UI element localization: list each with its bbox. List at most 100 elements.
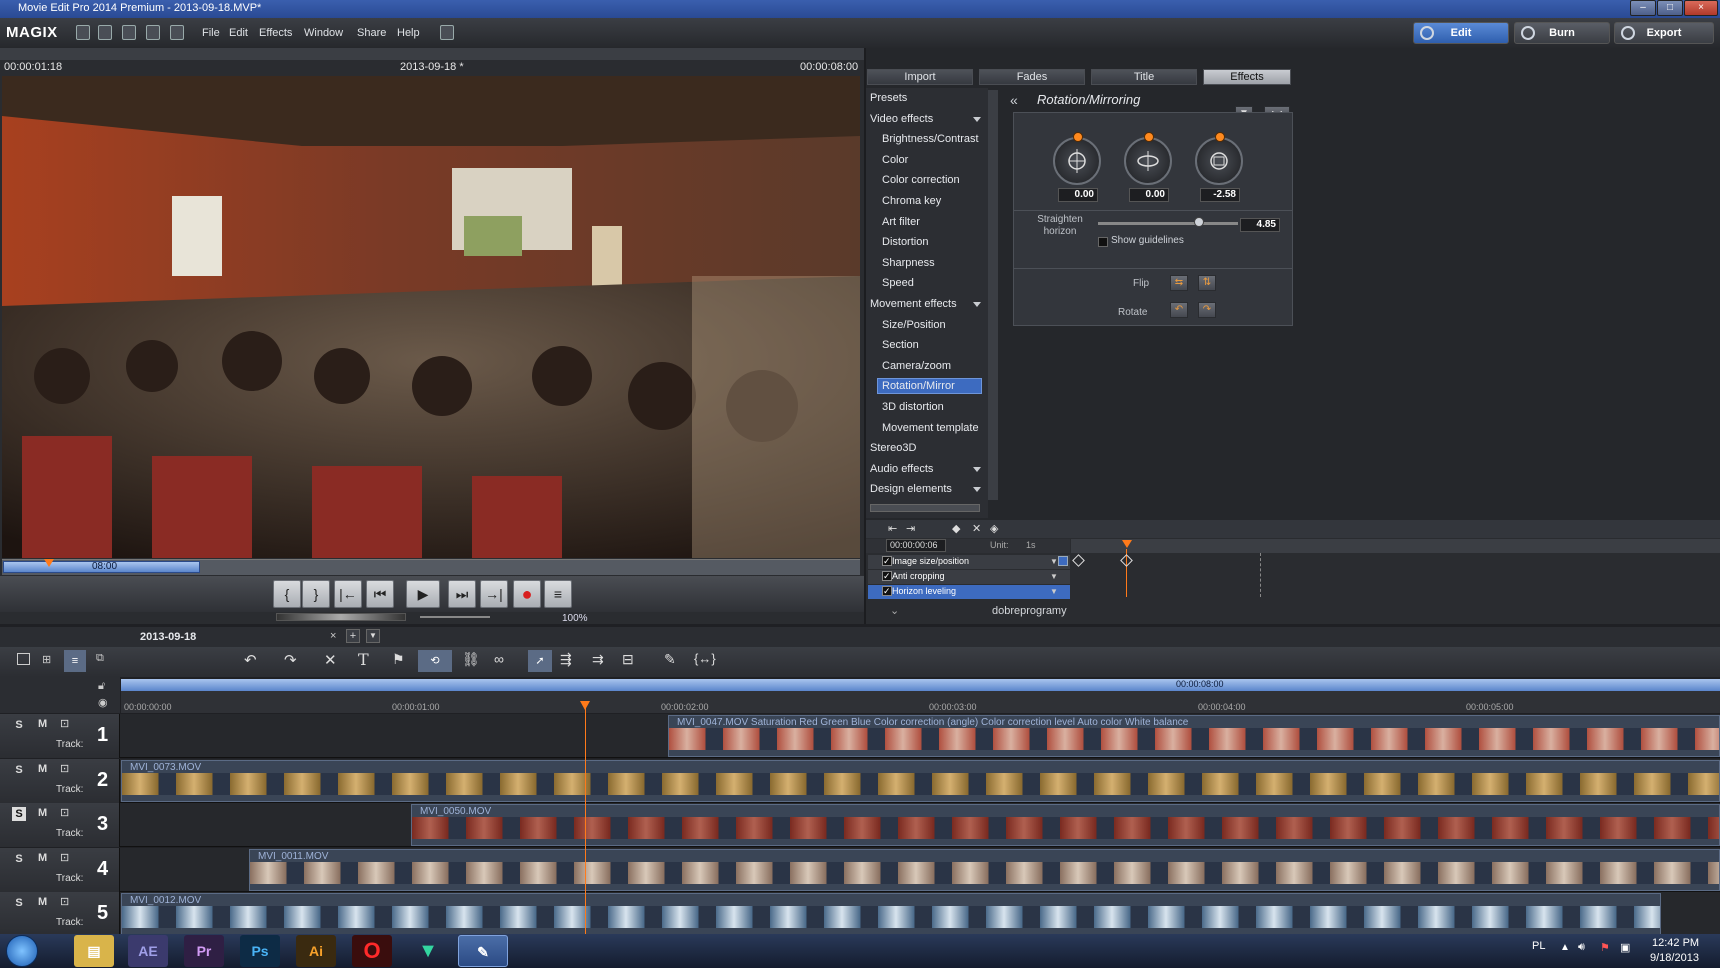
opera-icon[interactable]: O (352, 935, 392, 967)
kf-row-image-size[interactable]: ✓ Image size/position ▼ (868, 555, 1070, 569)
kf-row-horizon-leveling[interactable]: ✓ Horizon leveling ▼ (868, 585, 1070, 599)
illustrator-icon[interactable]: Ai (296, 935, 336, 967)
track-lock-icon[interactable]: ⊡ (60, 762, 69, 775)
rotate-z-value[interactable]: -2.58 (1200, 188, 1240, 202)
marker-flag-icon[interactable]: ⚑ (392, 651, 405, 668)
shuttle-slider[interactable] (276, 613, 406, 621)
keyframe-lock-icon[interactable] (1058, 556, 1068, 566)
open-folder-icon[interactable] (98, 25, 112, 40)
project-tab[interactable]: 2013-09-18 (140, 631, 196, 643)
after-effects-icon[interactable]: AE (128, 935, 168, 967)
effect-item[interactable]: Rotation/Mirror (882, 380, 955, 392)
multicam-icon[interactable]: ⧉ (96, 652, 104, 665)
expand-icon[interactable]: ⌄ (890, 604, 899, 617)
flip-vertical-button[interactable]: ⇅ (1198, 275, 1216, 291)
start-button[interactable] (6, 935, 38, 967)
chevron-down-icon[interactable] (973, 466, 981, 472)
rotate-z-dial[interactable] (1195, 132, 1243, 185)
next-keyframe-icon[interactable]: ⇥ (906, 522, 915, 535)
menu-help[interactable]: Help (397, 27, 420, 39)
tray-arrow-icon[interactable]: ▲ (1560, 942, 1570, 953)
network-icon[interactable]: ▣ (1620, 941, 1630, 954)
kf-row-anti-cropping[interactable]: ✓ Anti cropping ▼ (868, 570, 1070, 584)
maximize-button[interactable]: □ (1657, 0, 1683, 16)
link-icon[interactable]: ⛓ (462, 651, 480, 668)
keyframe-diamond-icon[interactable]: ◈ (990, 522, 998, 535)
play-button[interactable]: ▶ (406, 580, 440, 608)
clock-time[interactable]: 12:42 PM (1652, 937, 1699, 949)
effect-item[interactable]: Sharpness (882, 257, 935, 269)
timeline-clip[interactable]: MVI_0073.MOV (121, 759, 1720, 802)
effect-item[interactable]: Color (882, 154, 908, 166)
mode-edit-button[interactable]: Edit (1413, 22, 1509, 44)
go-to-out-button[interactable]: →| (480, 580, 508, 608)
mark-out-button[interactable]: } (302, 580, 330, 608)
volume-icon[interactable]: 🔊︎ (1578, 941, 1585, 954)
rotate-x-dial[interactable] (1053, 132, 1101, 185)
loop-icon[interactable]: ⟲ (418, 650, 452, 672)
timeline-clip[interactable]: MVI_0011.MOV (249, 848, 1720, 891)
effect-item[interactable]: Brightness/Contrast (882, 133, 979, 145)
timeline-clip[interactable]: MVI_0047.MOV Saturation Red Green Blue C… (668, 715, 1720, 757)
effect-item[interactable]: Distortion (882, 236, 928, 248)
menu-edit[interactable]: Edit (229, 27, 248, 39)
timeline-range-bar[interactable] (121, 679, 1720, 691)
mode-burn-button[interactable]: Burn (1514, 22, 1610, 44)
tab-menu-button[interactable]: ▼ (366, 629, 380, 643)
mute-button[interactable]: M (38, 763, 47, 775)
rotate-y-dial[interactable] (1124, 132, 1172, 185)
tab-title[interactable]: Title (1091, 69, 1197, 85)
next-button[interactable]: ⏭ (448, 580, 476, 608)
effect-item[interactable]: Movement template (882, 422, 979, 434)
mark-in-button[interactable]: { (273, 580, 301, 608)
magix-taskbar-icon[interactable]: ✎ (458, 935, 508, 967)
save-icon[interactable] (122, 25, 136, 40)
effects-category[interactable]: Audio effects (870, 463, 933, 475)
close-button[interactable]: × (1684, 0, 1718, 16)
pointer-tool-icon[interactable]: ➚ (528, 650, 552, 672)
track-lock-icon[interactable]: ⊡ (60, 717, 69, 730)
preview-playhead[interactable] (44, 559, 54, 567)
flip-horizontal-button[interactable]: ⇆ (1170, 275, 1188, 291)
lock-icon[interactable]: 🔓︎ (98, 680, 105, 693)
premiere-icon[interactable]: Pr (184, 935, 224, 967)
effects-hscrollbar[interactable] (870, 504, 980, 512)
zoom-slider[interactable] (420, 616, 490, 618)
new-file-icon[interactable] (76, 25, 90, 40)
unlink-icon[interactable]: ∞ (494, 651, 504, 667)
mute-button[interactable]: M (38, 896, 47, 908)
clock-date[interactable]: 9/18/2013 (1650, 952, 1699, 964)
mute-button[interactable]: M (38, 718, 47, 730)
delete-icon[interactable]: ✕ (324, 651, 337, 669)
range-icon[interactable]: {↔} (694, 651, 716, 666)
eye-icon[interactable]: ◉ (98, 696, 108, 709)
language-indicator[interactable]: PL (1532, 940, 1545, 952)
redo-icon[interactable]: ↷ (284, 651, 297, 669)
chevron-down-icon[interactable] (973, 116, 981, 122)
record-button[interactable]: ● (513, 580, 541, 608)
close-tab-icon[interactable]: × (330, 630, 336, 642)
action-center-icon[interactable]: ⚑ (1600, 941, 1610, 954)
vpn-icon[interactable]: ▼ (408, 935, 448, 967)
track-lock-icon[interactable]: ⊡ (60, 895, 69, 908)
menu-share[interactable]: Share (357, 27, 386, 39)
show-guidelines-checkbox[interactable] (1098, 237, 1108, 247)
menu-window[interactable]: Window (304, 27, 343, 39)
menu-effects[interactable]: Effects (259, 27, 292, 39)
help-cursor-icon[interactable] (170, 25, 184, 40)
effects-scrollbar[interactable] (988, 90, 998, 500)
tab-fades[interactable]: Fades (979, 69, 1085, 85)
previous-button[interactable]: ⏮ (366, 580, 394, 608)
effects-category[interactable]: Design elements (870, 483, 952, 495)
ripple-icon[interactable]: ⇉ (592, 651, 604, 668)
effect-item[interactable]: Size/Position (882, 319, 946, 331)
tab-import[interactable]: Import (867, 69, 973, 85)
keyframe-time[interactable]: 00:00:00:06 (886, 539, 946, 552)
go-to-in-button[interactable]: |← (334, 580, 362, 608)
effect-item[interactable]: Speed (882, 277, 914, 289)
text-icon[interactable]: T (358, 650, 369, 669)
effects-category[interactable]: Presets (870, 92, 907, 104)
effect-item[interactable]: Section (882, 339, 919, 351)
effect-item[interactable]: Camera/zoom (882, 360, 951, 372)
preview-menu-button[interactable]: ≡ (544, 580, 572, 608)
